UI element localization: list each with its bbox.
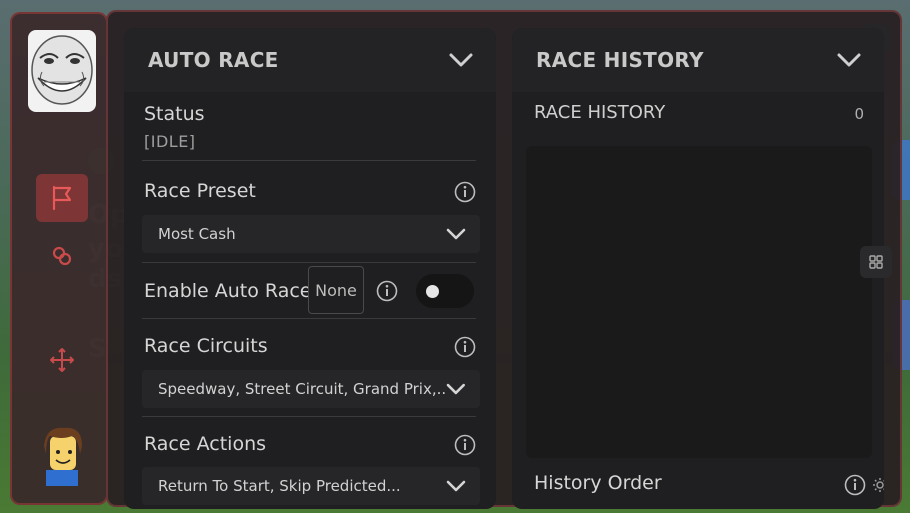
race-circuits-label: Race Circuits bbox=[144, 335, 268, 357]
status-value: [IDLE] bbox=[144, 132, 196, 151]
auto-race-toggle[interactable] bbox=[416, 274, 474, 308]
history-order-label: History Order bbox=[534, 472, 662, 494]
info-icon[interactable] bbox=[454, 434, 476, 456]
link-icon bbox=[52, 246, 72, 266]
race-history-panel: RACE HISTORY RACE HISTORY 0 History Orde… bbox=[512, 28, 884, 509]
layout-grid-button[interactable] bbox=[860, 246, 892, 278]
chevron-down-icon bbox=[447, 383, 466, 395]
race-actions-label: Race Actions bbox=[144, 433, 267, 455]
auto-race-panel: AUTO RACE Status [IDLE] Race Preset Most… bbox=[124, 28, 496, 509]
sidebar-item-move[interactable] bbox=[36, 336, 88, 384]
race-actions-dropdown[interactable]: Return To Start, Skip Predicted... bbox=[142, 467, 480, 505]
grid-icon bbox=[869, 255, 883, 269]
race-history-count: 0 bbox=[854, 105, 864, 123]
race-preset-label: Race Preset bbox=[144, 180, 256, 202]
divider bbox=[142, 160, 476, 161]
chevron-down-icon[interactable] bbox=[836, 52, 862, 68]
race-history-header[interactable]: RACE HISTORY bbox=[512, 28, 884, 92]
gear-icon[interactable] bbox=[872, 477, 884, 493]
info-icon[interactable] bbox=[376, 280, 398, 302]
race-history-list[interactable] bbox=[526, 146, 872, 458]
divider bbox=[142, 262, 476, 263]
troll-face-avatar[interactable] bbox=[26, 30, 98, 112]
sidebar-item-link[interactable] bbox=[36, 232, 88, 280]
toggle-knob bbox=[426, 285, 439, 298]
sidebar-item-race[interactable] bbox=[36, 174, 88, 222]
auto-race-window: × AUTO RACE Status [IDLE] Race Preset Mo… bbox=[106, 10, 902, 509]
info-icon[interactable] bbox=[844, 474, 866, 496]
race-circuits-value: Speedway, Street Circuit, Grand Prix,... bbox=[158, 380, 447, 398]
auto-race-header[interactable]: AUTO RACE bbox=[124, 28, 496, 92]
move-arrows-icon bbox=[50, 348, 74, 372]
auto-race-title: AUTO RACE bbox=[148, 48, 279, 72]
flag-icon bbox=[52, 185, 72, 211]
race-history-title: RACE HISTORY bbox=[536, 48, 704, 72]
race-circuits-dropdown[interactable]: Speedway, Street Circuit, Grand Prix,... bbox=[142, 370, 480, 408]
race-preset-value: Most Cash bbox=[158, 225, 236, 243]
chevron-down-icon bbox=[446, 480, 466, 492]
race-preset-dropdown[interactable]: Most Cash bbox=[142, 215, 480, 253]
chevron-down-icon bbox=[446, 228, 466, 240]
keybind-button[interactable]: None bbox=[308, 266, 364, 314]
sidebar bbox=[10, 12, 108, 505]
race-actions-value: Return To Start, Skip Predicted... bbox=[158, 477, 401, 495]
divider bbox=[142, 318, 476, 319]
status-label: Status bbox=[144, 103, 205, 125]
race-history-list-label: RACE HISTORY bbox=[534, 102, 666, 123]
info-icon[interactable] bbox=[454, 336, 476, 358]
info-icon[interactable] bbox=[454, 181, 476, 203]
chevron-down-icon[interactable] bbox=[448, 52, 474, 68]
player-avatar[interactable] bbox=[32, 424, 92, 486]
divider bbox=[142, 416, 476, 417]
